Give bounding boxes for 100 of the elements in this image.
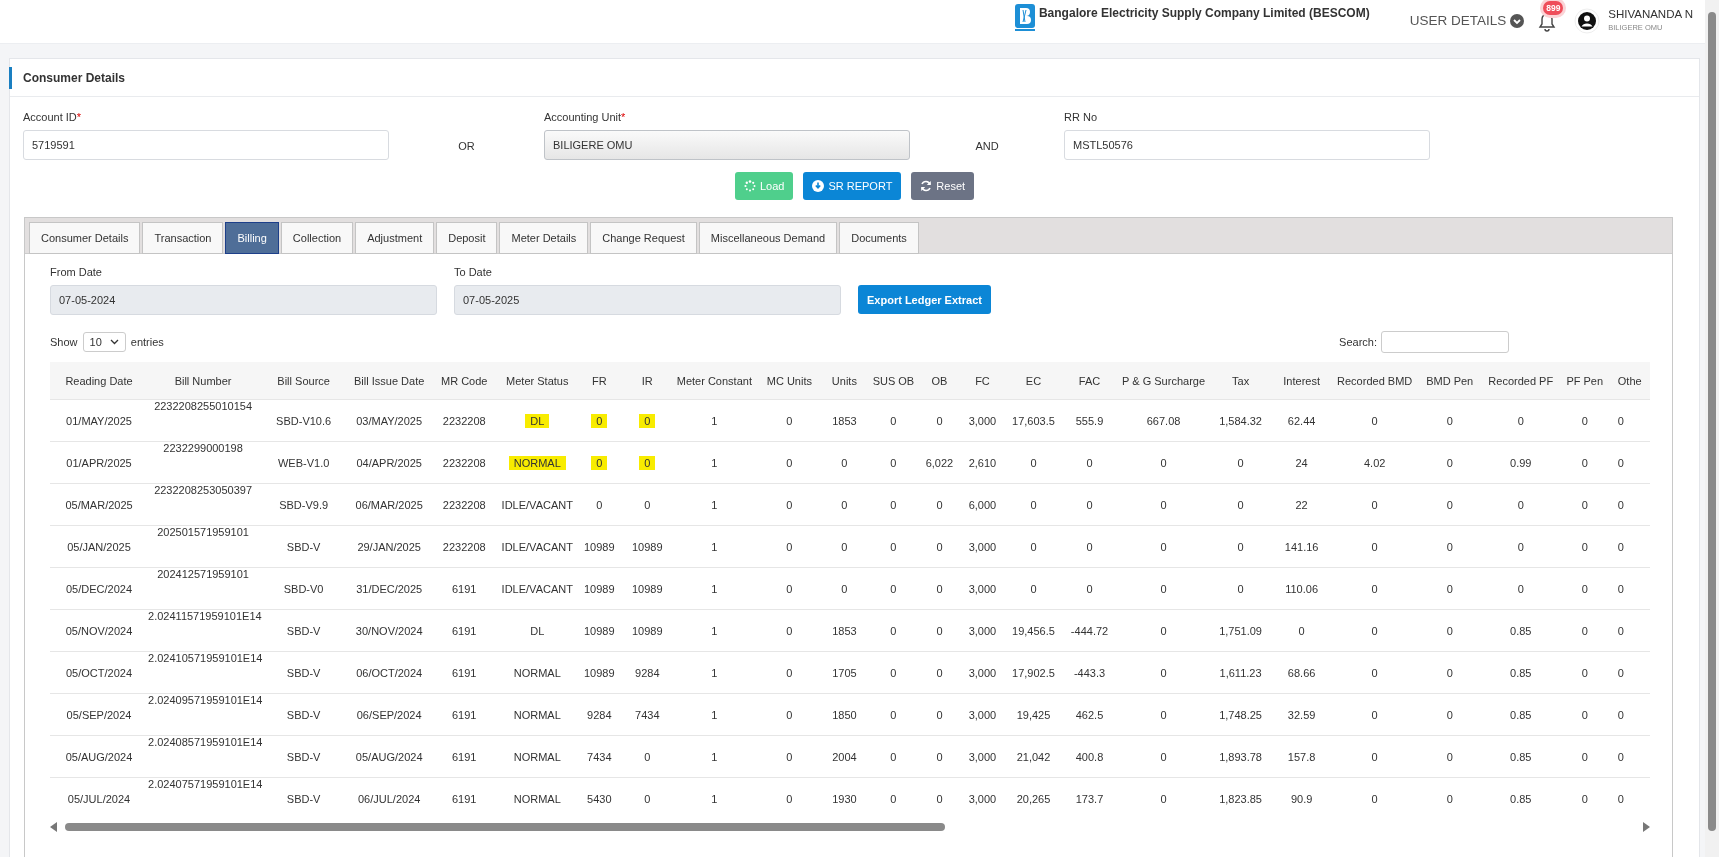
date-field[interactable]: 07-05-2025 [454,285,841,315]
table-cell: DL [499,609,576,652]
table-cell: 0 [1117,609,1210,652]
table-cell: 0 [1209,483,1272,526]
export-button[interactable]: Export Ledger Extract [858,285,991,314]
table-cell: 1853 [821,609,868,652]
table-cell: 17,902.5 [1005,651,1062,694]
table-cell: 202412571959101 [148,567,259,610]
search-field[interactable] [1381,331,1509,353]
table-cell: 0.85 [1481,651,1560,694]
tab[interactable]: Change Request [590,222,697,254]
table-cell: 0 [757,777,822,819]
table-cell: 1 [671,735,758,778]
table-cell: 05/JAN/2025 [50,525,149,568]
table-cell: WEB-V1.0 [258,441,350,484]
table-cell: 9284 [623,651,672,694]
table-cell: 0 [867,777,920,819]
column-header: Othe [1609,362,1650,400]
table-cell: 05/AUG/2024 [50,735,149,778]
table-cell: 0 [757,609,822,652]
table-cell: 3,000 [959,609,1006,652]
table-cell: 0 [1117,651,1210,694]
field-label: Account ID* [23,111,83,123]
table-cell: 1,893.78 [1209,735,1272,778]
table-cell: 0 [919,651,960,694]
table-cell: 0 [1331,735,1418,778]
input-field[interactable]: MSTL50576 [1064,130,1430,160]
table-cell: 2232208 [429,525,500,568]
table-cell: 2232208 [429,441,500,484]
company-name: Bangalore Electricity Supply Company Limited (BESCOM) [1038,6,1370,20]
column-header: OB [919,362,960,400]
tab[interactable]: Collection [280,222,354,254]
date-field[interactable]: 07-05-2024 [50,285,437,315]
table-cell: NORMAL [499,693,576,736]
column-header: Meter Status [499,362,576,400]
table-cell: 0 [1331,609,1418,652]
table-cell: 0 [1117,693,1210,736]
table-cell: 10989 [575,525,624,568]
tab[interactable]: Consumer Details [29,222,141,254]
table-cell: NORMAL [499,735,576,778]
table-cell: 1853 [821,399,868,442]
table-cell: 0 [1559,399,1610,442]
column-header: BMD Pen [1417,362,1482,400]
column-header: PF Pen [1559,362,1610,400]
table-cell: 0 [1271,609,1332,652]
action-button[interactable]: SR REPORT [803,172,902,200]
tab[interactable]: Deposit [436,222,498,254]
table-cell: 0 [1559,441,1610,484]
table-cell: 7434 [623,693,672,736]
tab[interactable]: Adjustment [355,222,435,254]
table-cell: 06/JUL/2024 [349,777,430,819]
table-cell: 3,000 [959,651,1006,694]
table-cell: 0 [1609,567,1650,610]
table-cell: 05/OCT/2024 [50,651,149,694]
table-cell: 10989 [575,609,624,652]
table-cell: 20,265 [1005,777,1062,819]
table-cell: 1,584.32 [1209,399,1272,442]
table-cell: 0 [623,483,672,526]
table-cell: 0 [1609,693,1650,736]
table-cell: 0 [1417,693,1482,736]
table-cell: 0 [1417,609,1482,652]
column-header: MR Code [429,362,500,400]
table-cell: 0 [1609,609,1650,652]
tab[interactable]: Documents [839,222,919,254]
table-cell: 1 [671,567,758,610]
table-cell: 0 [1061,525,1118,568]
tab[interactable]: Meter Details [499,222,589,254]
table-cell: 1 [671,441,758,484]
horizontal-scrollbar[interactable] [50,821,1650,832]
vertical-scrollbar[interactable] [1705,0,1719,857]
user-details-menu[interactable]: USER DETAILS [1409,13,1525,28]
tab[interactable]: Billing [225,222,279,254]
connector-text: OR [458,140,475,152]
table-cell: 0 [821,483,868,526]
entries-label: entries [130,336,164,348]
tab[interactable]: Transaction [142,222,224,254]
tab[interactable]: Miscellaneous Demand [698,222,838,254]
table-cell: 2,610 [959,441,1006,484]
table-cell: 0 [1609,735,1650,778]
table-cell: -443.3 [1061,651,1118,694]
table-cell: NORMAL [499,777,576,819]
table-cell: 0 [623,777,672,819]
table-cell: 0 [757,735,822,778]
table-cell: 667.08 [1117,399,1210,442]
table-cell: 1 [671,525,758,568]
table-cell: 0 [757,441,822,484]
field-label: From Date [50,266,103,278]
table-cell: 0.85 [1481,777,1560,819]
table-cell: 1 [671,651,758,694]
table-cell: 01/APR/2025 [50,441,149,484]
input-field[interactable]: 5719591 [23,130,389,160]
table-cell: 0 [1209,441,1272,484]
page-size-select[interactable]: 10 [82,332,126,352]
column-header: Interest [1271,362,1332,400]
download-icon [812,180,825,192]
table-cell: 17,603.5 [1005,399,1062,442]
table-cell: 0 [1331,693,1418,736]
table-cell: 0 [1559,651,1610,694]
table-cell: 0 [1117,483,1210,526]
action-button[interactable]: Reset [911,172,975,200]
